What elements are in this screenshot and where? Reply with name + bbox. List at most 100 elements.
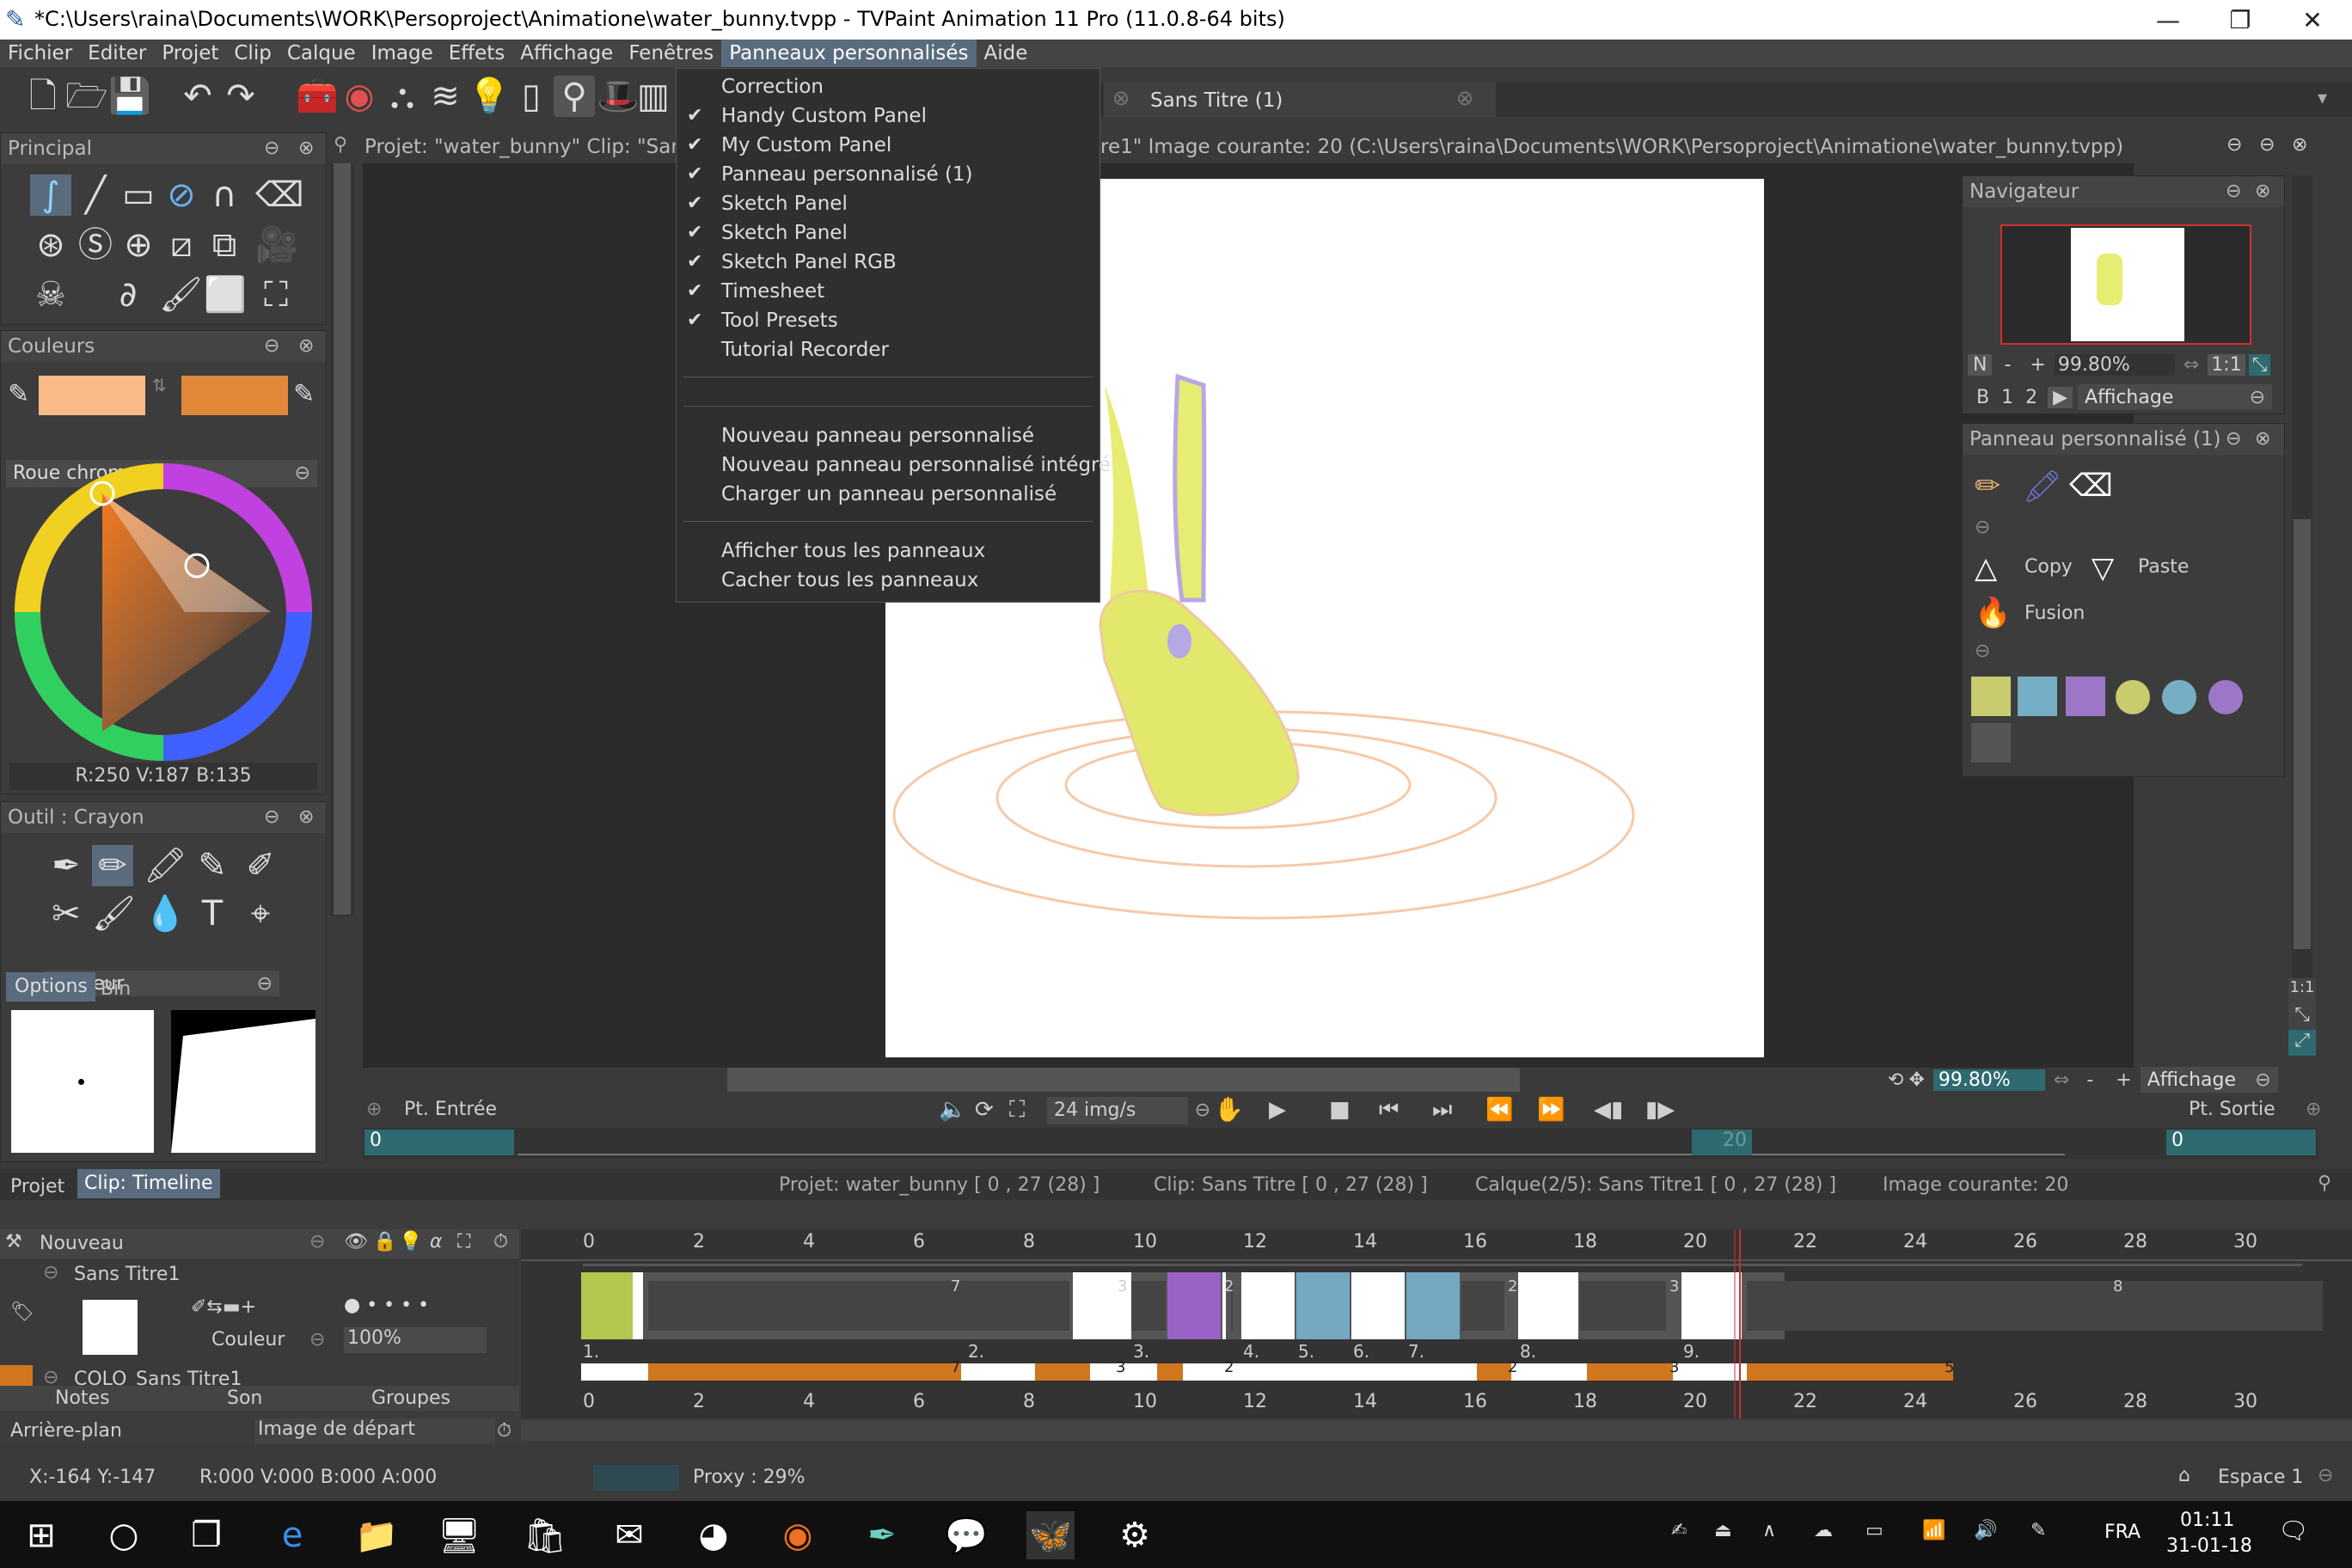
crop-tool-icon[interactable]: ⧄ xyxy=(161,224,202,266)
panel-close-icon[interactable]: ⊗ xyxy=(298,802,314,833)
secondary-color-swatch[interactable] xyxy=(181,376,288,415)
pen-app-icon[interactable]: ✒ xyxy=(858,1511,906,1559)
prev-frame-icon[interactable]: ◀▮ xyxy=(1594,1097,1623,1123)
clock-time[interactable]: 01:11 xyxy=(2180,1510,2234,1531)
menu-item-sketch-panel-2[interactable]: Sketch Panel xyxy=(721,222,848,244)
lasso-tool-icon[interactable]: ⊛ xyxy=(30,224,71,266)
pen-tool-icon[interactable]: ✒ xyxy=(46,845,87,886)
navigator-n-button[interactable]: N xyxy=(1968,353,1993,376)
light-icon[interactable]: 💡 xyxy=(399,1231,422,1253)
firefox-icon[interactable]: ◉ xyxy=(774,1511,822,1559)
panel-collapse-icon[interactable]: ⊖ xyxy=(264,331,279,362)
menu-affichage[interactable]: Affichage xyxy=(512,40,621,67)
ratio-button[interactable]: 1:1 xyxy=(2288,978,2316,1004)
layer-tag-icon[interactable]: 🏷 xyxy=(10,1302,34,1323)
menu-image[interactable]: Image xyxy=(364,40,441,67)
home-icon[interactable]: ⌂ xyxy=(2178,1465,2190,1486)
rotate-icon[interactable]: ⟲ xyxy=(1888,1069,1903,1091)
tray-chevron-up-icon[interactable]: ∧ xyxy=(1762,1520,1776,1541)
pin-icon[interactable]: ⚲ xyxy=(334,134,347,156)
tab-sans-titre[interactable]: ⊗ Sans Titre (1) ⊗ xyxy=(1104,83,1496,117)
freehand-tool-icon[interactable]: ∫ xyxy=(30,175,71,216)
eye-icon[interactable]: 👁 xyxy=(344,1231,368,1253)
swatch-purple-round[interactable] xyxy=(2208,680,2243,714)
fill-tool-icon[interactable]: ⌖ xyxy=(240,893,281,934)
move-tool-icon[interactable]: ⊕ xyxy=(118,224,159,266)
new-layer-icon[interactable]: ⚒ xyxy=(5,1231,22,1253)
canvas-zoom-out[interactable]: - xyxy=(2086,1069,2093,1091)
menu-item-sketch-panel[interactable]: Sketch Panel xyxy=(721,193,848,215)
son-button[interactable]: Son xyxy=(227,1387,262,1409)
menu-item-tool-presets[interactable]: Tool Presets xyxy=(721,309,838,332)
lock-icon[interactable]: 🔒 xyxy=(373,1231,396,1253)
tab-close-left-icon[interactable]: ⊗ xyxy=(1112,86,1130,110)
cutter-tool-icon[interactable]: ✂ xyxy=(46,893,87,934)
menu-item-load-custom-panel[interactable]: Charger un panneau personnalisé xyxy=(721,483,1057,505)
menu-aide[interactable]: Aide xyxy=(977,40,1036,67)
tab-close-icon[interactable]: ⊗ xyxy=(1456,86,1473,110)
clock-date[interactable]: 31-01-18 xyxy=(2166,1535,2252,1557)
canvas-collapse-icon[interactable]: ⊖ xyxy=(2226,134,2242,156)
ellipse-tool-icon[interactable]: ⊘ xyxy=(161,175,202,216)
canvas-close-icon[interactable]: ⊗ xyxy=(2292,134,2307,156)
in-point-icon[interactable]: ⊕ xyxy=(366,1099,382,1120)
open-folder-icon[interactable]: 🗁 xyxy=(65,76,108,117)
layer-name[interactable]: Sans Titre1 xyxy=(74,1264,180,1285)
last-frame-icon[interactable]: ⏭ xyxy=(1432,1097,1452,1124)
lightbulb-icon[interactable]: 💡 xyxy=(468,76,511,117)
start-image[interactable]: Image de départ xyxy=(254,1418,495,1444)
warp-tool-icon[interactable]: ∂ xyxy=(107,274,149,315)
first-frame-icon[interactable]: ⏮ xyxy=(1379,1097,1399,1124)
menu-fichier[interactable]: Fichier xyxy=(0,40,80,67)
panel-collapse-icon[interactable]: ⊖ xyxy=(2226,424,2241,455)
tray-pen-icon[interactable]: ✍ xyxy=(1671,1520,1687,1541)
timeline-pin-icon[interactable]: ⚲ xyxy=(2318,1173,2331,1194)
canvas-minimize-icon[interactable]: ⊖ xyxy=(2259,134,2275,156)
tab-projet[interactable]: Projet xyxy=(10,1176,64,1197)
panel-collapse-icon[interactable]: ⊖ xyxy=(264,802,279,833)
magic-hat-icon[interactable]: 🎩 xyxy=(597,76,640,117)
tab-clip-timeline[interactable]: Clip: Timeline xyxy=(77,1169,220,1198)
airbrush-tool-icon[interactable]: ✎ xyxy=(192,845,233,886)
menu-item-tutorial-recorder[interactable]: Tutorial Recorder xyxy=(721,339,889,361)
menu-effets[interactable]: Effets xyxy=(441,40,513,67)
start-timer-icon[interactable]: ⏱ xyxy=(497,1420,511,1442)
hand-icon[interactable]: ✋ xyxy=(1214,1095,1244,1124)
fusion-button[interactable]: Fusion xyxy=(2024,603,2085,624)
search-tool-icon[interactable]: ⚲ xyxy=(554,76,595,117)
menu-item-my-custom-panel[interactable]: My Custom Panel xyxy=(721,134,891,156)
settings-icon[interactable]: ⚙ xyxy=(1111,1511,1159,1559)
navigator-1-button[interactable]: 1 xyxy=(2001,387,2013,408)
menu-item-new-custom-panel[interactable]: Nouveau panneau personnalisé xyxy=(721,425,1034,447)
navigator-zoom-input[interactable]: 99.80% xyxy=(2054,353,2175,376)
navigator-view-dropdown[interactable]: Affichage ⊖ xyxy=(2078,384,2273,410)
copy-triangle-icon[interactable]: △ xyxy=(1975,551,1997,585)
timer-icon[interactable]: ⏱ xyxy=(493,1231,508,1253)
swatch-blue-round[interactable] xyxy=(2162,680,2196,714)
fire-icon[interactable]: 🔥 xyxy=(1975,596,2011,630)
tab-options[interactable]: Options xyxy=(6,972,95,1001)
notifications-icon[interactable]: 🗨 xyxy=(2278,1516,2309,1545)
panel-collapse-icon[interactable]: ⊖ xyxy=(264,133,279,164)
chrome-icon[interactable]: ◕ xyxy=(689,1511,738,1559)
copy-button[interactable]: Copy xyxy=(2024,556,2073,578)
arc-tool-icon[interactable]: ∩ xyxy=(204,175,245,216)
paste-triangle-icon[interactable]: ▽ xyxy=(2092,551,2114,585)
messenger-icon[interactable]: 💬 xyxy=(942,1511,990,1559)
navigator-b-button[interactable]: B xyxy=(1976,387,1989,408)
tab-dropdown-icon[interactable]: ▾ xyxy=(2318,88,2327,109)
tray-ink-icon[interactable]: ✎ xyxy=(2030,1520,2046,1541)
workspace-dropdown[interactable]: Espace 1 xyxy=(2218,1467,2303,1488)
panel-close-icon[interactable]: ⊗ xyxy=(298,133,314,164)
marker-tool-icon[interactable]: 🖍 xyxy=(144,845,187,886)
color-wheel[interactable] xyxy=(13,462,314,763)
canvas-zoom-input[interactable]: 99.80% xyxy=(1932,1069,2045,1091)
canvas-view-dropdown[interactable]: Affichage ⊖ xyxy=(2140,1067,2278,1093)
eraser-preset-icon[interactable]: ⌫ xyxy=(2069,469,2113,504)
navigator-link-icon[interactable]: ⇔ xyxy=(2184,354,2199,376)
cortana-icon[interactable]: ○ xyxy=(100,1511,148,1559)
eyedropper-right-icon[interactable]: ✎ xyxy=(293,379,315,409)
menu-item-sketch-panel-rgb[interactable]: Sketch Panel RGB xyxy=(721,251,897,273)
chevron-down-icon[interactable]: ⊖ xyxy=(309,1329,325,1351)
navigator-fit-icon[interactable]: ⤡ xyxy=(2248,353,2271,376)
